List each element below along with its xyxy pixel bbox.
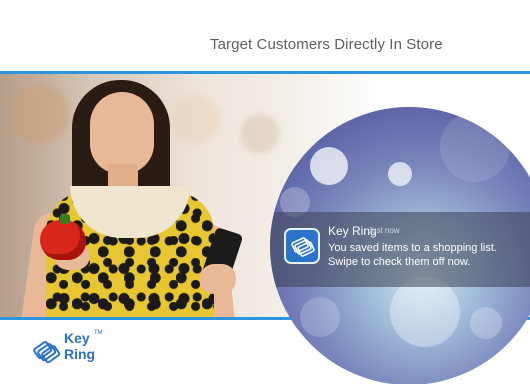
logo-word-ring: Ring	[64, 346, 96, 362]
bokeh-light	[170, 94, 220, 144]
bokeh-light	[300, 297, 340, 337]
logo-trademark: TM	[94, 330, 103, 336]
cards-icon	[291, 237, 315, 257]
woman-face	[90, 92, 154, 174]
logo-word-key: Key	[64, 330, 90, 346]
push-notification[interactable]: Key Ring Just now You saved items to a s…	[270, 212, 530, 287]
bokeh-light	[390, 277, 460, 347]
bokeh-light	[388, 162, 412, 186]
key-ring-logo: Key TM Ring	[32, 330, 103, 376]
red-pepper	[40, 220, 86, 260]
woman-right-hand	[200, 264, 236, 294]
key-ring-app-icon	[284, 228, 320, 264]
bokeh-light	[310, 147, 348, 185]
headline: Target Customers Directly In Store	[210, 36, 443, 53]
notification-message-line1: You saved items to a shopping list.	[328, 242, 497, 254]
bokeh-light	[240, 114, 280, 154]
notification-message-line2: Swipe to check them off now.	[328, 256, 471, 268]
pepper-stem	[60, 214, 70, 224]
phone-screen-circle: Key Ring Just now You saved items to a s…	[270, 107, 530, 384]
ad-banner: Target Customers Directly In Store Key R…	[0, 0, 530, 384]
key-ring-logo-icon	[33, 341, 61, 364]
bokeh-light	[470, 307, 502, 339]
bokeh-light	[10, 84, 70, 144]
bokeh-light	[440, 112, 510, 182]
notification-time: Just now	[368, 226, 400, 235]
